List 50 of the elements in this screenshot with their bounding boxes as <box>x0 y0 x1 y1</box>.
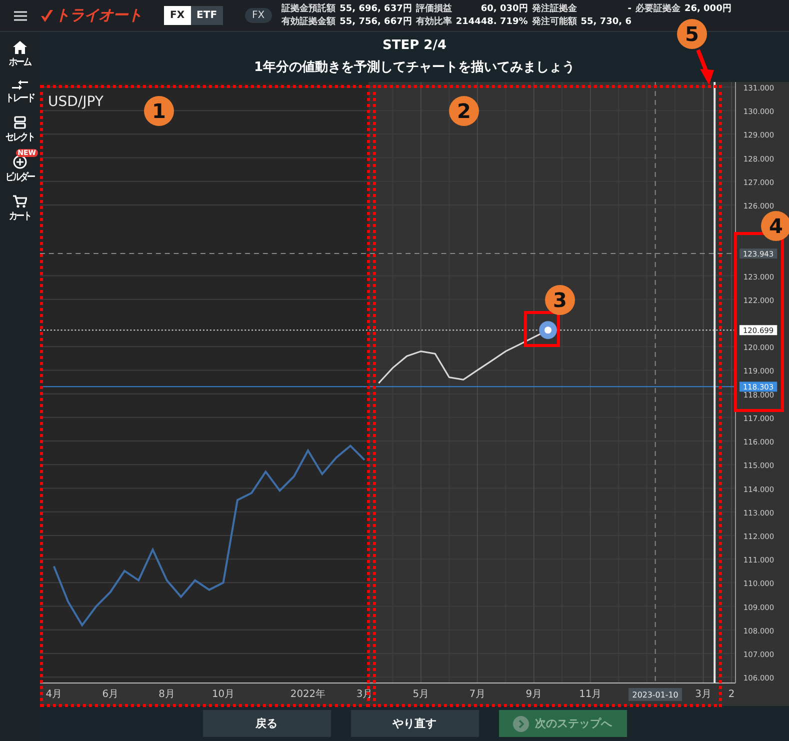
nav-item[interactable]: カート <box>0 189 40 223</box>
home-icon <box>13 41 27 54</box>
stat-label: 証拠金預託額 <box>282 3 336 15</box>
axis-label: 8月 <box>158 688 175 700</box>
step-title: STEP 2/4 <box>382 38 446 53</box>
step-button[interactable]: 戻る <box>202 710 330 737</box>
axis-label: 9月 <box>526 688 542 700</box>
stat-value: 55, 756, 667円 <box>340 16 412 28</box>
nav-item[interactable]: ホーム <box>0 35 40 69</box>
market-tab[interactable]: ETF <box>190 6 224 25</box>
axis-label: 7月 <box>469 688 486 700</box>
stat-label: 発注証拠金 <box>532 3 577 15</box>
logo: トライオート <box>55 6 142 25</box>
axis-label: 4月 <box>46 688 62 700</box>
stat-value: 55, 696, 637円 <box>340 3 412 15</box>
stat-value: - <box>626 3 632 15</box>
date-tag: 2023-01-10 <box>628 688 682 701</box>
step-instruction: 1年分の値動きを予測してチャートを描いてみましょう <box>254 59 576 76</box>
stat-value: 214448. 719% <box>456 16 528 28</box>
axis-label: 3月 <box>695 688 712 700</box>
stat-label: 有効比率 <box>416 16 452 28</box>
nav-item[interactable]: セレクト <box>0 110 40 144</box>
stat-label: 有効証拠金額 <box>282 16 336 28</box>
stat-label: 必要証拠金 <box>635 3 680 15</box>
axis-label: 2022年 <box>290 688 326 700</box>
market-badge: FX <box>245 8 272 23</box>
callout-number: 5 <box>677 19 707 49</box>
chevron-icon <box>513 716 529 732</box>
axis-label: 6月 <box>102 688 118 700</box>
axis-label: 11月 <box>579 688 602 700</box>
axis-label: 10月 <box>212 688 235 700</box>
list-icon <box>14 116 26 129</box>
axis-label: 5月 <box>412 688 430 700</box>
stat-value: 55, 730, 6 <box>580 16 632 28</box>
stat-label: 発注可能額 <box>532 16 577 28</box>
drag-handle[interactable] <box>539 321 557 340</box>
stat-value: 26, 000円 <box>684 3 732 15</box>
market-tab[interactable]: FX <box>164 6 191 25</box>
step-button[interactable]: やり直す <box>350 710 478 737</box>
stat-value: 60, 030円 <box>480 3 528 15</box>
axis-label: 2 <box>728 688 735 700</box>
symbol-label: USD/JPY <box>48 94 104 110</box>
stat-label: 評価損益 <box>416 3 452 15</box>
callout-arrow <box>696 49 714 85</box>
menu-icon[interactable] <box>14 10 26 20</box>
arrows-icon <box>12 80 28 90</box>
cart-icon <box>13 195 27 208</box>
plus-circle-icon <box>13 155 27 169</box>
nav-item[interactable]: トレード <box>0 74 40 105</box>
check-icon <box>40 8 54 22</box>
